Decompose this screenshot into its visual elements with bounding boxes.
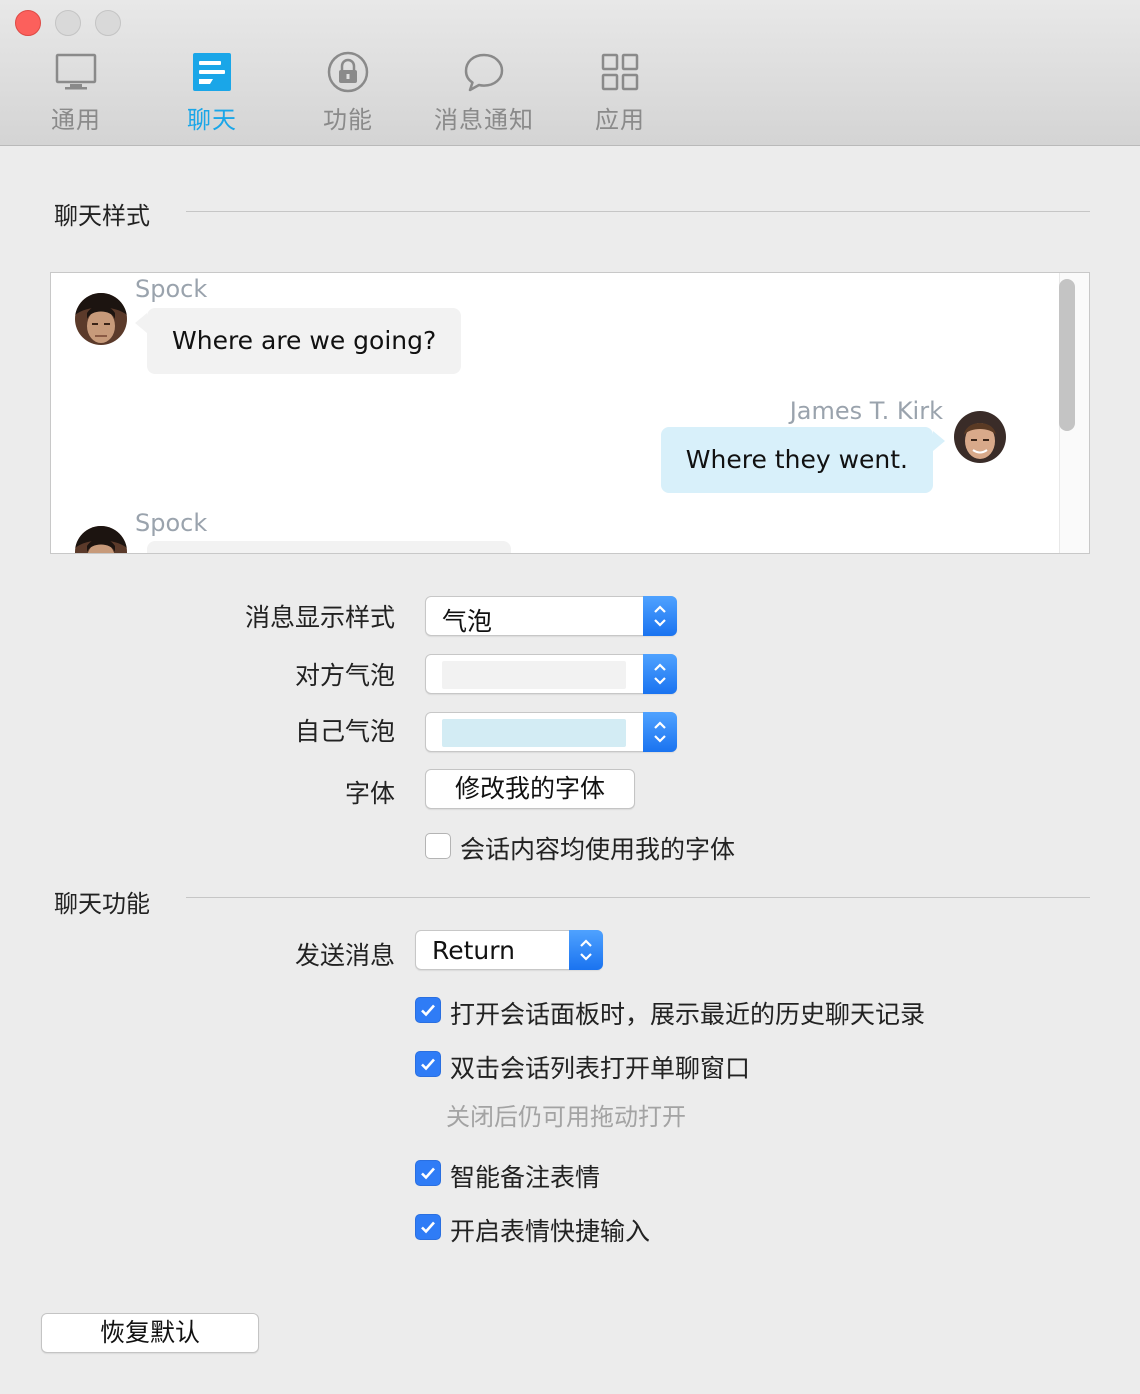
section-divider	[186, 211, 1090, 212]
own-bubble-label: 自己气泡	[294, 717, 395, 746]
change-font-button[interactable]: 修改我的字体	[425, 769, 635, 809]
emoji-shortcut-label[interactable]: 开启表情快捷输入	[450, 1212, 650, 1248]
avatar-spock	[75, 293, 127, 345]
double-click-hint: 关闭后仍可用拖动打开	[446, 1103, 686, 1131]
preferences-window: 通用 聊天 功能 消息通知 应用 聊天样式 Spock Where are we…	[0, 0, 1140, 1394]
own-bubble-color-select[interactable]	[425, 712, 677, 752]
up-down-arrows-icon	[643, 654, 677, 694]
minimize-window-button[interactable]	[55, 10, 81, 36]
message-bubble-other: Where are we going?	[147, 308, 462, 374]
chat-style-section-title: 聊天样式	[54, 202, 150, 230]
display-style-value: 气泡	[442, 607, 493, 636]
sender-name: Spock	[135, 509, 208, 537]
tab-features[interactable]: 功能	[288, 50, 408, 138]
lock-icon	[327, 51, 369, 93]
other-bubble-color-select[interactable]	[425, 654, 677, 694]
tab-general-label: 通用	[51, 106, 101, 134]
show-history-label[interactable]: 打开会话面板时，展示最近的历史聊天记录	[450, 995, 925, 1031]
tab-notifications[interactable]: 消息通知	[424, 50, 544, 138]
tab-apps[interactable]: 应用	[560, 50, 680, 138]
color-swatch	[442, 719, 626, 747]
send-message-label: 发送消息	[294, 941, 395, 970]
sender-name: James T. Kirk	[789, 397, 943, 425]
preview-scrollbar[interactable]	[1059, 279, 1075, 431]
smart-sticker-checkbox[interactable]	[415, 1160, 441, 1186]
display-style-label: 消息显示样式	[244, 603, 395, 632]
up-down-arrows-icon	[643, 596, 677, 636]
checkmark-icon	[421, 1167, 435, 1180]
tab-apps-label: 应用	[595, 106, 645, 134]
tab-notifications-label: 消息通知	[434, 106, 534, 134]
section-divider	[186, 897, 1090, 898]
send-message-select[interactable]: Return	[415, 930, 603, 970]
sender-name: Spock	[135, 275, 208, 303]
smart-sticker-label[interactable]: 智能备注表情	[450, 1158, 600, 1194]
use-my-font-label[interactable]: 会话内容均使用我的字体	[460, 830, 735, 866]
avatar-spock	[75, 526, 127, 553]
tab-general[interactable]: 通用	[16, 50, 136, 138]
other-bubble-label: 对方气泡	[294, 661, 395, 690]
checkmark-icon	[421, 1058, 435, 1071]
use-my-font-checkbox[interactable]	[425, 833, 451, 859]
zoom-window-button[interactable]	[95, 10, 121, 36]
monitor-icon	[55, 53, 97, 90]
up-down-arrows-icon	[569, 930, 603, 970]
avatar-kirk	[954, 411, 1006, 463]
bubble-tail	[135, 313, 147, 333]
message-bubble-self: Where they went.	[660, 427, 933, 493]
send-message-value: Return	[432, 936, 515, 965]
double-click-open-checkbox[interactable]	[415, 1051, 441, 1077]
chat-style-icon	[193, 53, 231, 91]
bubble-tail	[933, 431, 945, 451]
chat-preview: Spock Where are we going? James T. Kirk …	[50, 272, 1090, 554]
close-window-button[interactable]	[15, 10, 41, 36]
checkmark-icon	[421, 1221, 435, 1234]
tab-chat-label: 聊天	[187, 106, 237, 134]
show-history-checkbox[interactable]	[415, 997, 441, 1023]
emoji-shortcut-checkbox[interactable]	[415, 1214, 441, 1240]
grid-icon	[601, 53, 639, 91]
tab-features-label: 功能	[323, 106, 373, 134]
message-bubble-other	[147, 541, 511, 553]
up-down-arrows-icon	[643, 712, 677, 752]
double-click-open-label[interactable]: 双击会话列表打开单聊窗口	[450, 1049, 750, 1085]
color-swatch	[442, 661, 626, 689]
font-label: 字体	[344, 779, 395, 808]
toolbar: 通用 聊天 功能 消息通知 应用	[0, 0, 1140, 146]
speech-bubble-icon	[464, 53, 504, 92]
restore-defaults-button[interactable]: 恢复默认	[41, 1313, 259, 1353]
display-style-select[interactable]: 气泡	[425, 596, 677, 636]
tab-chat[interactable]: 聊天	[152, 50, 272, 138]
chat-features-section-title: 聊天功能	[54, 890, 150, 918]
checkmark-icon	[421, 1004, 435, 1017]
